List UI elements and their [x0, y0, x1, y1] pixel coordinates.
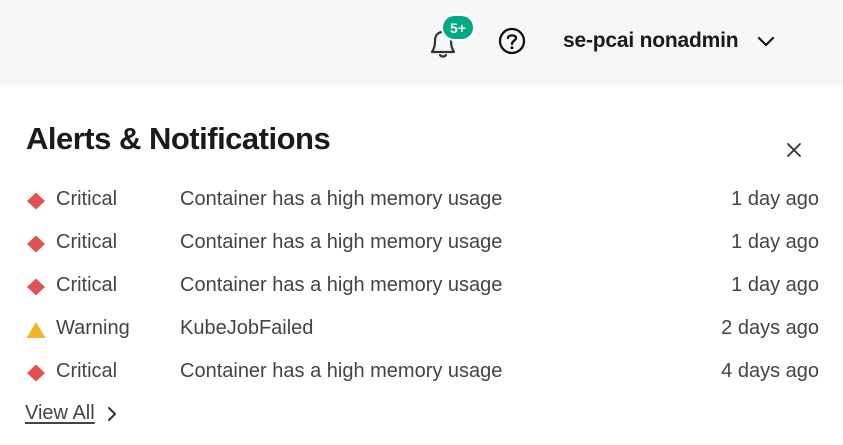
user-menu[interactable]: se-pcai nonadmin [563, 24, 776, 58]
alert-time: 2 days ago [721, 317, 819, 339]
diamond-icon [27, 235, 45, 253]
alert-time: 4 days ago [721, 360, 819, 382]
top-bar-shadow [0, 80, 843, 88]
alert-row[interactable]: Critical Container has a high memory usa… [26, 221, 826, 264]
view-all-label: View All [25, 402, 95, 424]
help-icon[interactable] [497, 26, 527, 56]
notifications-button[interactable]: 5+ [424, 14, 475, 62]
severity-label: Critical [56, 188, 118, 210]
alert-message: KubeJobFailed [180, 317, 314, 339]
close-icon[interactable] [783, 139, 805, 161]
alert-row[interactable]: Critical Container has a high memory usa… [26, 178, 826, 221]
alert-message: Container has a high memory usage [180, 231, 503, 253]
alert-list: Critical Container has a high memory usa… [26, 178, 826, 393]
alert-time: 1 day ago [731, 188, 819, 210]
alert-time: 1 day ago [731, 231, 819, 253]
diamond-icon [27, 278, 45, 296]
top-bar: 5+ se-pcai nonadmin [0, 0, 843, 80]
view-all-link[interactable]: View All [25, 402, 119, 425]
triangle-icon [26, 322, 46, 338]
alert-message: Container has a high memory usage [180, 360, 503, 382]
notification-count-badge: 5+ [441, 14, 475, 41]
alert-message: Container has a high memory usage [180, 188, 503, 210]
alert-row[interactable]: Critical Container has a high memory usa… [26, 350, 826, 393]
panel-title: Alerts & Notifications [26, 121, 331, 156]
alert-message: Container has a high memory usage [180, 274, 503, 296]
severity-label: Critical [56, 360, 118, 382]
alert-time: 1 day ago [731, 274, 819, 296]
alert-row[interactable]: Critical Container has a high memory usa… [26, 264, 826, 307]
chevron-right-icon [107, 406, 116, 421]
user-name: se-pcai nonadmin [563, 29, 739, 52]
severity-label: Critical [56, 231, 118, 253]
diamond-icon [27, 364, 45, 382]
severity-label: Warning [56, 317, 130, 339]
alert-row[interactable]: Warning KubeJobFailed 2 days ago [26, 307, 826, 350]
diamond-icon [27, 192, 45, 210]
severity-label: Critical [56, 274, 118, 296]
chevron-down-icon [758, 36, 775, 47]
